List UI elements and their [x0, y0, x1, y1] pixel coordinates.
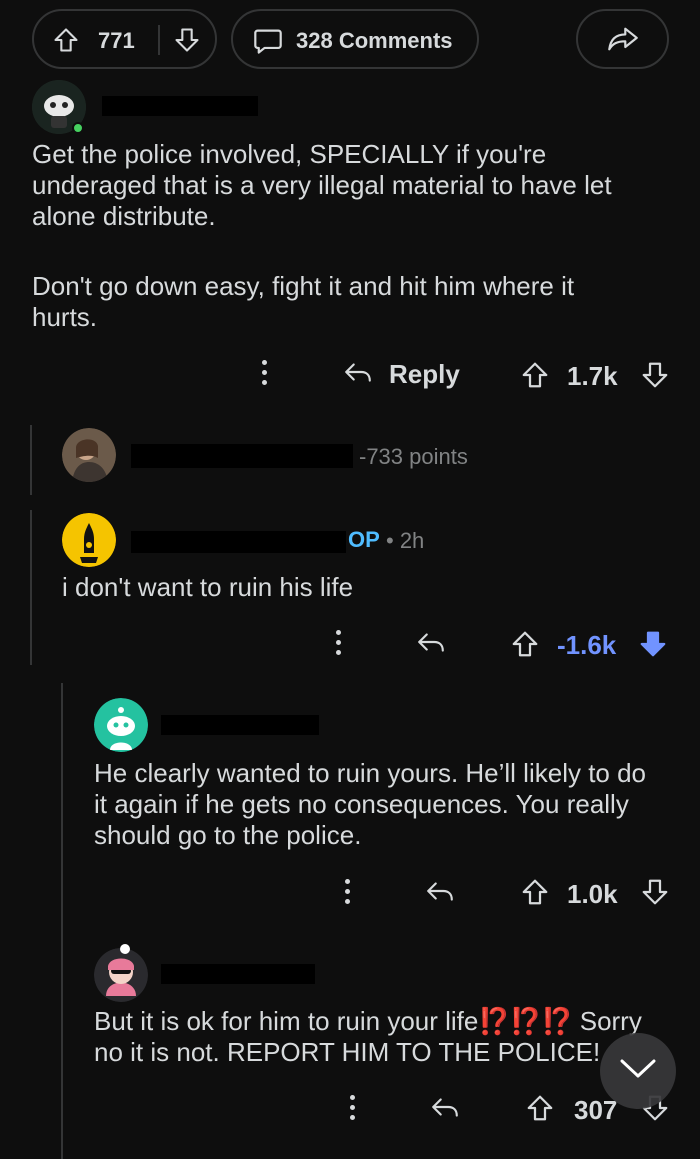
upvote-icon[interactable] — [52, 26, 80, 54]
op-badge: OP — [348, 527, 380, 552]
comment-timestamp: • 2h — [386, 528, 425, 553]
share-button[interactable] — [576, 9, 669, 69]
upvote-icon[interactable] — [520, 877, 550, 912]
comment-score: 1.7k — [567, 361, 618, 391]
comment-score: 307 — [574, 1095, 618, 1125]
reply-label: Reply — [389, 359, 460, 389]
comment-body: He clearly wanted to ruin yours. He’ll l… — [94, 758, 647, 850]
more-icon[interactable] — [336, 630, 342, 660]
comment-score: -1.6k — [557, 630, 617, 660]
reply-button[interactable]: Reply — [343, 359, 460, 390]
online-status-dot — [72, 122, 84, 134]
username-redacted — [161, 964, 315, 984]
comments-button[interactable]: 328 Comments — [231, 9, 479, 69]
avatar[interactable] — [94, 698, 148, 752]
username-redacted — [102, 96, 258, 116]
chevron-down-icon — [618, 1057, 658, 1086]
comment-icon — [253, 27, 283, 55]
downvote-icon[interactable] — [173, 26, 201, 54]
emphasis-emoji: ⁉️⁉️⁉️ — [478, 1006, 573, 1036]
username-redacted — [131, 531, 346, 553]
avatar-accessory — [120, 944, 130, 954]
more-icon[interactable] — [350, 1095, 356, 1125]
vote-divider — [158, 25, 160, 55]
avatar[interactable] — [62, 428, 116, 482]
upvote-icon[interactable] — [510, 629, 540, 664]
more-icon[interactable] — [262, 360, 268, 390]
reply-icon[interactable] — [425, 878, 455, 909]
avatar[interactable] — [94, 948, 148, 1002]
comments-count-label: 328 Comments — [296, 28, 453, 53]
reply-icon[interactable] — [430, 1094, 460, 1125]
username-redacted — [161, 715, 319, 735]
thread-line[interactable] — [61, 683, 63, 1159]
post-vote-count: 771 — [98, 28, 135, 53]
reply-icon — [343, 359, 373, 390]
post-vote-bar: 771 — [32, 9, 217, 69]
next-comment-button[interactable] — [600, 1033, 676, 1109]
downvote-icon[interactable] — [640, 877, 670, 912]
username-redacted — [131, 444, 353, 468]
comment-body: Get the police involved, SPECIALLY if yo… — [32, 139, 612, 332]
collapsed-points: -733 points — [359, 444, 468, 469]
thread-line[interactable] — [30, 425, 32, 495]
share-icon — [607, 25, 639, 53]
comment-score: 1.0k — [567, 879, 618, 909]
downvote-icon[interactable] — [640, 360, 670, 395]
upvote-icon[interactable] — [520, 360, 550, 395]
comment-body: i don't want to ruin his life — [62, 572, 354, 602]
more-icon[interactable] — [345, 879, 351, 909]
thread-line[interactable] — [30, 510, 32, 665]
downvote-icon[interactable] — [638, 629, 668, 664]
avatar[interactable] — [62, 513, 116, 567]
upvote-icon[interactable] — [525, 1093, 555, 1128]
reply-icon[interactable] — [416, 629, 446, 660]
comment-body: But it is ok for him to ruin your life⁉️… — [94, 1006, 642, 1067]
